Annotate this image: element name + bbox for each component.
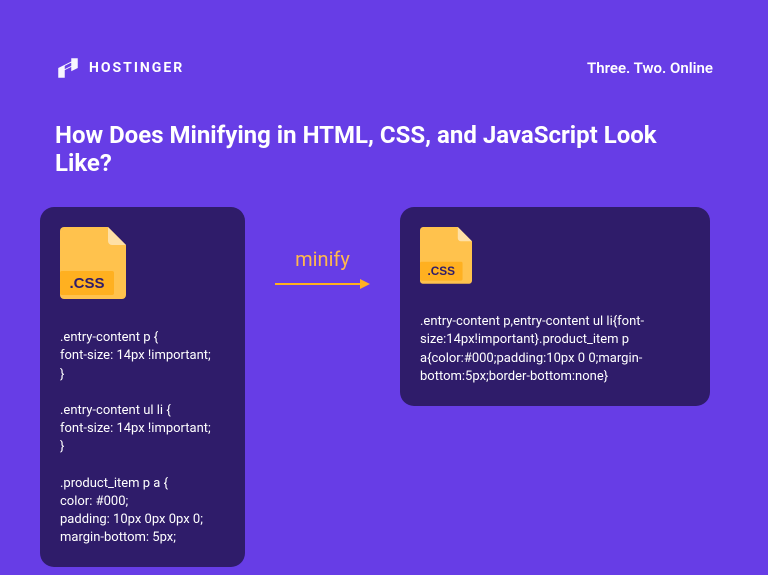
before-card: .CSS .entry-content p { font-size: 14px … [40, 207, 245, 567]
css-file-icon: .CSS [60, 227, 126, 303]
tagline: Three. Two. Online [587, 59, 713, 77]
before-code: .entry-content p { font-size: 14px !impo… [60, 329, 225, 547]
svg-text:.CSS: .CSS [69, 275, 104, 292]
page-title: How Does Minifying in HTML, CSS, and Jav… [0, 81, 768, 207]
after-card: .CSS .entry-content p,entry-content ul l… [400, 207, 710, 406]
hostinger-logo-icon [55, 55, 81, 81]
brand-name: HOSTINGER [89, 60, 184, 76]
svg-text:.CSS: .CSS [427, 264, 455, 278]
arrow-label: minify [295, 247, 350, 271]
arrow-column: minify [275, 207, 370, 291]
css-file-icon: .CSS [420, 227, 472, 287]
header: HOSTINGER Three. Two. Online [0, 0, 768, 81]
main-content: .CSS .entry-content p { font-size: 14px … [0, 207, 768, 567]
brand-logo: HOSTINGER [55, 55, 184, 81]
after-code: .entry-content p,entry-content ul li{fon… [420, 313, 690, 386]
arrow-icon [275, 277, 370, 291]
